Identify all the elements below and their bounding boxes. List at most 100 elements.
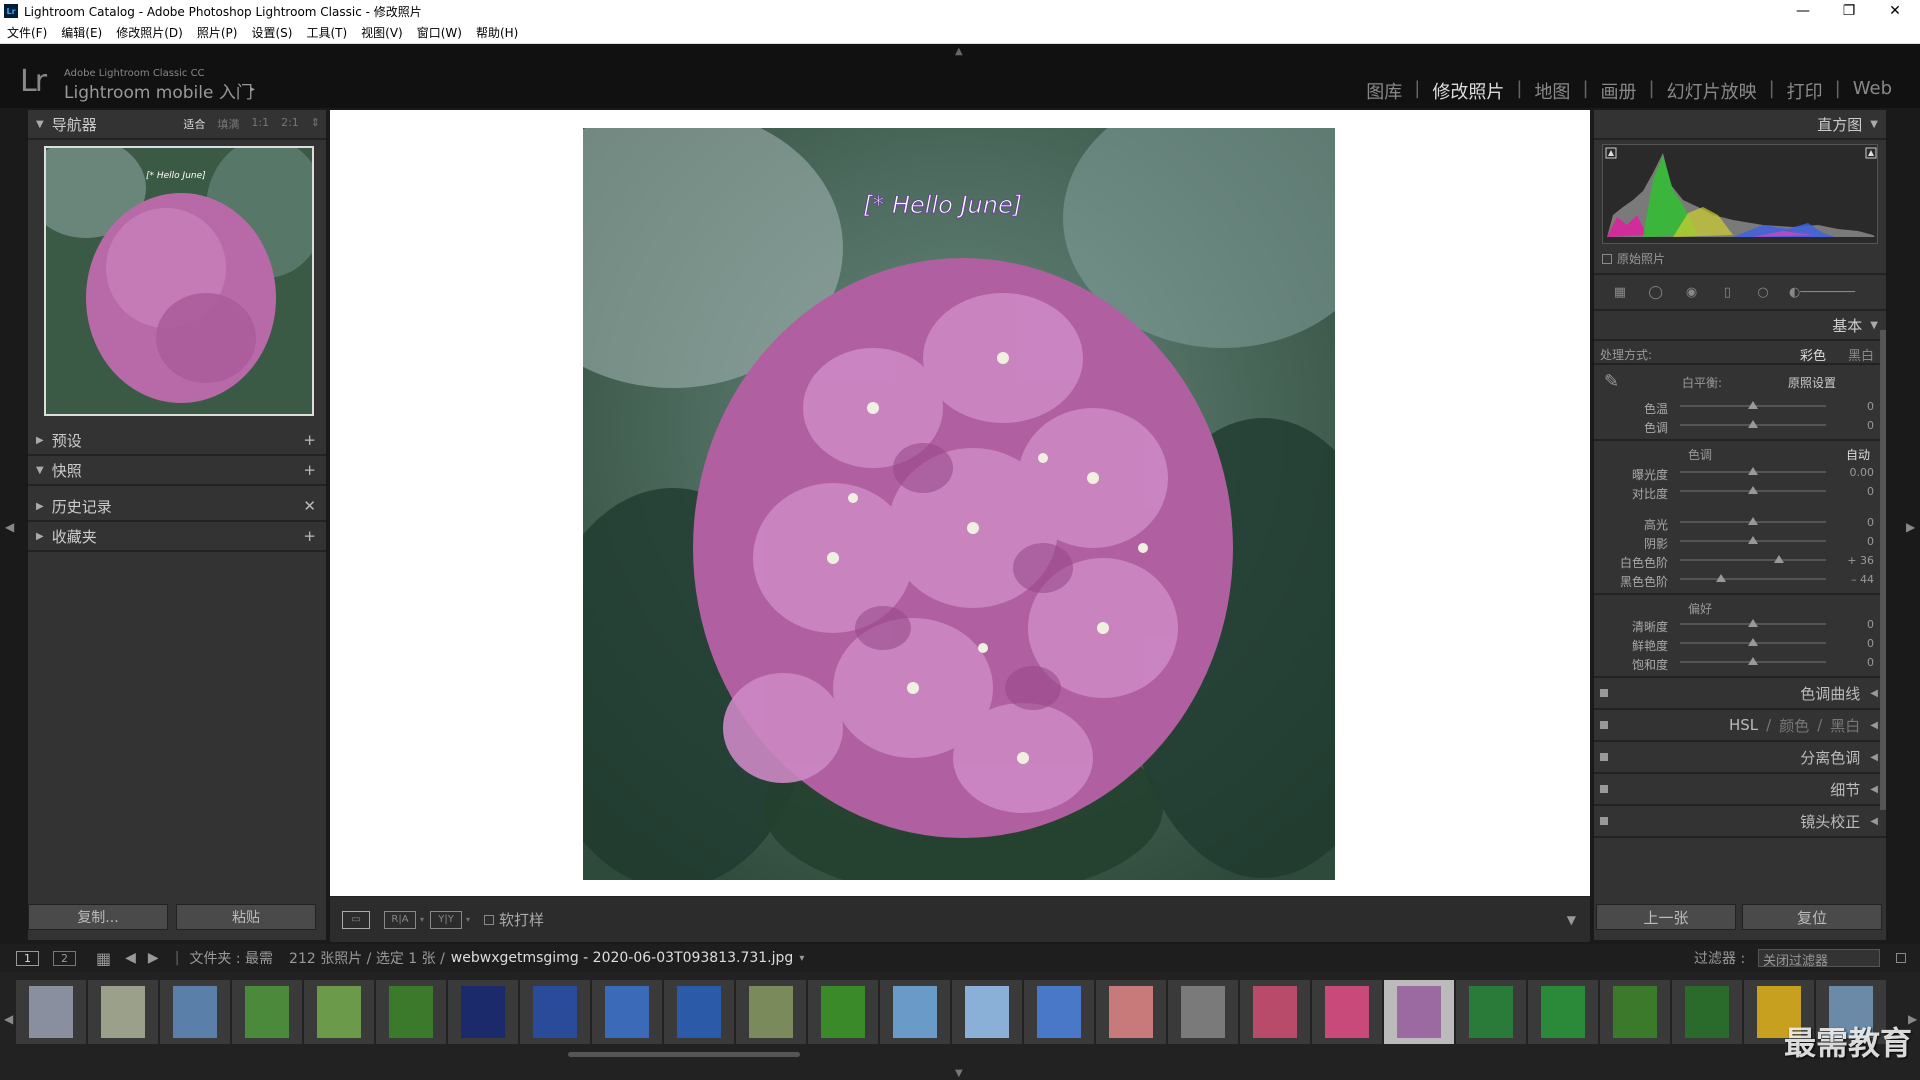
snapshots-header[interactable]: ▼ 快照 + [28, 456, 326, 486]
forward-arrow-icon[interactable]: ▶ [148, 950, 159, 966]
filmstrip-thumbnail[interactable] [376, 980, 446, 1044]
auto-tone-button[interactable]: 自动 [1846, 446, 1870, 463]
paste-settings-button[interactable]: 粘贴 [176, 904, 316, 930]
panel-toggle-switch[interactable] [1600, 785, 1608, 793]
panel-toggle-switch[interactable] [1600, 721, 1608, 729]
wb-eyedropper-icon[interactable]: ✎ [1604, 371, 1619, 392]
slider-thumb[interactable] [1748, 467, 1758, 475]
source-label[interactable]: 文件夹 : 最需 [189, 948, 273, 968]
right-panel-scrollbar[interactable] [1880, 330, 1886, 810]
adjustment-brush-icon[interactable]: ◐─────── [1789, 281, 1870, 303]
menu-develop[interactable]: 修改照片(D) [109, 24, 190, 41]
slider-thumb[interactable] [1748, 657, 1758, 665]
slider-value[interactable]: 0 [1867, 419, 1874, 432]
menu-photo[interactable]: 照片(P) [190, 24, 245, 41]
dropdown-arrow-icon[interactable]: ▾ [420, 915, 424, 924]
filmstrip-thumbnail[interactable] [1456, 980, 1526, 1044]
lens-corrections-panel[interactable]: 镜头校正 ◀ [1594, 806, 1886, 838]
menu-edit[interactable]: 编辑(E) [54, 24, 109, 41]
slider-value[interactable]: + 36 [1847, 554, 1874, 567]
slider-row[interactable]: 清晰度 0 [1594, 615, 1886, 634]
filmstrip-thumbnail[interactable] [952, 980, 1022, 1044]
filmstrip-scrollbar[interactable] [568, 1052, 800, 1057]
filename-dropdown-icon[interactable]: ▾ [799, 953, 804, 964]
module-library[interactable]: 图库 [1354, 78, 1414, 104]
spot-removal-icon[interactable]: ◯ [1646, 281, 1666, 303]
filmstrip-thumbnail[interactable] [1240, 980, 1310, 1044]
filter-dropdown[interactable]: 关闭过滤器 [1758, 949, 1880, 969]
slider-value[interactable]: 0 [1867, 637, 1874, 650]
presets-header[interactable]: ▶ 预设 + [28, 426, 326, 456]
filmstrip-thumbnail[interactable] [304, 980, 374, 1044]
slider-value[interactable]: 0 [1867, 400, 1874, 413]
secondary-window-button[interactable]: 2 [53, 950, 76, 966]
dropdown-arrow-icon[interactable]: ▾ [466, 915, 470, 924]
slider-thumb[interactable] [1748, 401, 1758, 409]
slider-thumb[interactable] [1748, 638, 1758, 646]
previous-button[interactable]: 上一张 [1596, 904, 1736, 930]
histogram-chart[interactable] [1602, 144, 1878, 244]
treatment-color-button[interactable]: 彩色 [1800, 345, 1826, 364]
slider-thumb[interactable] [1748, 517, 1758, 525]
crop-overlay-icon[interactable]: ▦ [1610, 281, 1630, 303]
filmstrip-left-arrow-icon[interactable]: ◀ [4, 1012, 13, 1026]
slider-value[interactable]: 0 [1867, 618, 1874, 631]
filmstrip-thumbnail[interactable] [664, 980, 734, 1044]
menu-help[interactable]: 帮助(H) [469, 24, 525, 41]
slider-value[interactable]: – 44 [1851, 573, 1874, 586]
slider-thumb[interactable] [1748, 486, 1758, 494]
left-panel-collapse-icon[interactable]: ◀ [5, 520, 14, 534]
maximize-button[interactable]: ❐ [1826, 0, 1872, 22]
slider-value[interactable]: 0 [1867, 516, 1874, 529]
filmstrip-thumbnail[interactable] [448, 980, 518, 1044]
zoom-2-1[interactable]: 2:1 [281, 116, 299, 132]
filmstrip-thumbnail[interactable] [88, 980, 158, 1044]
menu-view[interactable]: 视图(V) [354, 24, 410, 41]
loupe-view-icon[interactable]: ▭ [342, 910, 370, 929]
filmstrip-thumbnail[interactable] [1024, 980, 1094, 1044]
slider-row[interactable]: 高光 0 [1594, 513, 1886, 532]
add-collection-icon[interactable]: + [303, 527, 316, 545]
filmstrip-thumbnail[interactable] [16, 980, 86, 1044]
radial-filter-icon[interactable]: ○ [1753, 281, 1773, 303]
develop-loupe-view[interactable]: [* Hello June] [330, 110, 1590, 896]
filmstrip-thumbnail[interactable] [1384, 980, 1454, 1044]
menu-settings[interactable]: 设置(S) [244, 24, 299, 41]
right-panel-collapse-icon[interactable]: ▶ [1906, 520, 1915, 534]
slider-row[interactable]: 曝光度 0.00 [1594, 463, 1886, 482]
bottom-panel-collapse-icon[interactable]: ▼ [955, 1068, 963, 1079]
top-panel-collapse-icon[interactable]: ▲ [955, 46, 963, 57]
before-after-tb-icon[interactable]: Y|Y [430, 910, 463, 929]
menu-file[interactable]: 文件(F) [0, 24, 54, 41]
menu-window[interactable]: 窗口(W) [410, 24, 469, 41]
module-map[interactable]: 地图 [1522, 78, 1582, 104]
tone-curve-panel[interactable]: 色调曲线 ◀ [1594, 678, 1886, 710]
module-slideshow[interactable]: 幻灯片放映 [1655, 78, 1769, 104]
slider-track[interactable] [1680, 559, 1826, 561]
history-header[interactable]: ▶ 历史记录 ✕ [28, 492, 326, 522]
filmstrip-thumbnail[interactable] [592, 980, 662, 1044]
filmstrip-thumbnail[interactable] [520, 980, 590, 1044]
slider-row[interactable]: 色温 0 [1594, 397, 1886, 416]
panel-toggle-switch[interactable] [1600, 817, 1608, 825]
identity-mobile-link[interactable]: Lightroom mobile 入门 [64, 78, 253, 103]
histogram-header[interactable]: 直方图 ▼ [1594, 110, 1886, 140]
wb-dropdown[interactable]: 原照设置 [1788, 374, 1836, 391]
close-button[interactable]: ✕ [1872, 0, 1918, 22]
filmstrip-thumbnail[interactable] [232, 980, 302, 1044]
slider-row[interactable]: 饱和度 0 [1594, 653, 1886, 672]
module-book[interactable]: 画册 [1589, 78, 1649, 104]
selected-filename[interactable]: webwxgetmsgimg - 2020-06-03T093813.731.j… [451, 950, 794, 966]
filter-lock-icon[interactable] [1896, 953, 1906, 963]
copy-settings-button[interactable]: 复制... [28, 904, 168, 930]
slider-row[interactable]: 黑色色阶 – 44 [1594, 570, 1886, 589]
soft-proof-checkbox[interactable] [484, 914, 495, 925]
split-toning-panel[interactable]: 分离色调 ◀ [1594, 742, 1886, 774]
filmstrip-thumbnail[interactable] [1312, 980, 1382, 1044]
slider-value[interactable]: 0 [1867, 656, 1874, 669]
basic-header[interactable]: 基本 ▼ [1594, 311, 1886, 341]
before-after-lr-icon[interactable]: R|A [384, 910, 416, 929]
detail-panel[interactable]: 细节 ◀ [1594, 774, 1886, 806]
filmstrip-thumbnail[interactable] [736, 980, 806, 1044]
clear-history-icon[interactable]: ✕ [303, 497, 316, 515]
